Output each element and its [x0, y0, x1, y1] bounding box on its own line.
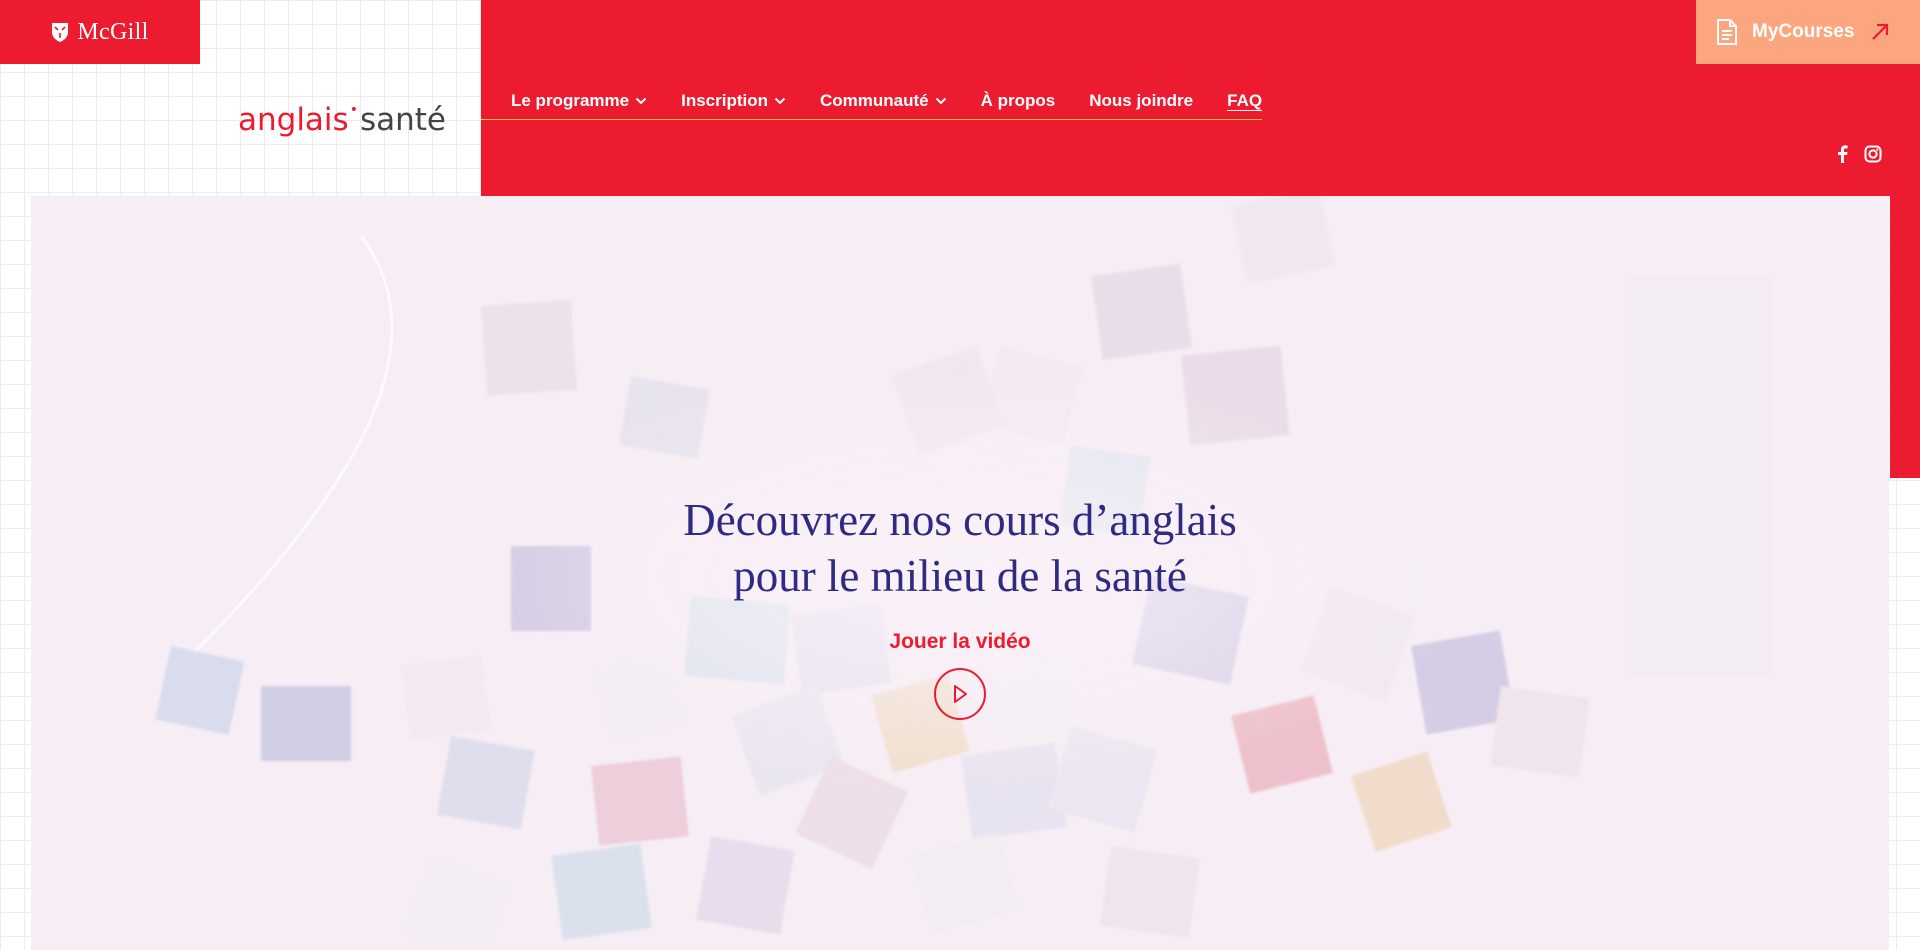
nav-label: À propos: [980, 91, 1056, 110]
mcgill-crest-icon: [52, 23, 69, 42]
anglais-sante-logo[interactable]: anglais•santé: [238, 90, 446, 138]
nav-item-le-programme[interactable]: Le programme: [511, 90, 647, 112]
decorative-red-strip: [1890, 196, 1920, 478]
hero-title-line-2: pour le milieu de la santé: [733, 551, 1187, 601]
hero-banner: Découvrez nos cours d’anglais pour le mi…: [31, 196, 1889, 950]
logo-word-anglais: anglais: [238, 102, 349, 138]
mycourses-button[interactable]: MyCourses: [1696, 0, 1920, 64]
chevron-down-icon: [635, 97, 647, 105]
nav-item-inscription[interactable]: Inscription: [681, 90, 786, 112]
play-video-button[interactable]: [934, 668, 986, 720]
play-icon: [954, 685, 967, 703]
nav-item-communaute[interactable]: Communauté: [820, 90, 947, 112]
logo-word-sante: santé: [359, 102, 446, 138]
chevron-down-icon: [935, 97, 946, 105]
mycourses-label: MyCourses: [1752, 21, 1855, 42]
nav-item-nous-joindre[interactable]: Nous joindre: [1089, 90, 1193, 112]
logo-dot: •: [349, 102, 358, 118]
nav-label: Inscription: [681, 91, 768, 110]
social-links: [1837, 145, 1882, 168]
facebook-icon[interactable]: [1837, 145, 1848, 168]
hero-content: Découvrez nos cours d’anglais pour le mi…: [31, 492, 1889, 720]
nav-label: Communauté: [820, 91, 929, 110]
nav-label: Nous joindre: [1089, 91, 1194, 110]
instagram-icon[interactable]: [1864, 145, 1882, 168]
main-navigation: Le programme Inscription Communauté À pr…: [481, 90, 1262, 120]
nav-label: FAQ: [1227, 91, 1263, 110]
mcgill-wordmark: McGill: [77, 18, 149, 45]
play-video-label[interactable]: Jouer la vidéo: [31, 630, 1889, 654]
mcgill-home-link[interactable]: McGill: [0, 0, 200, 64]
nav-label: Le programme: [511, 91, 630, 110]
hero-title-line-1: Découvrez nos cours d’anglais: [683, 495, 1237, 545]
document-icon: [1717, 19, 1737, 45]
chevron-down-icon: [774, 97, 786, 105]
nav-item-a-propos[interactable]: À propos: [981, 90, 1056, 112]
nav-item-faq[interactable]: FAQ: [1227, 90, 1262, 112]
external-arrow-icon: [1872, 23, 1889, 40]
hero-title: Découvrez nos cours d’anglais pour le mi…: [610, 492, 1310, 604]
